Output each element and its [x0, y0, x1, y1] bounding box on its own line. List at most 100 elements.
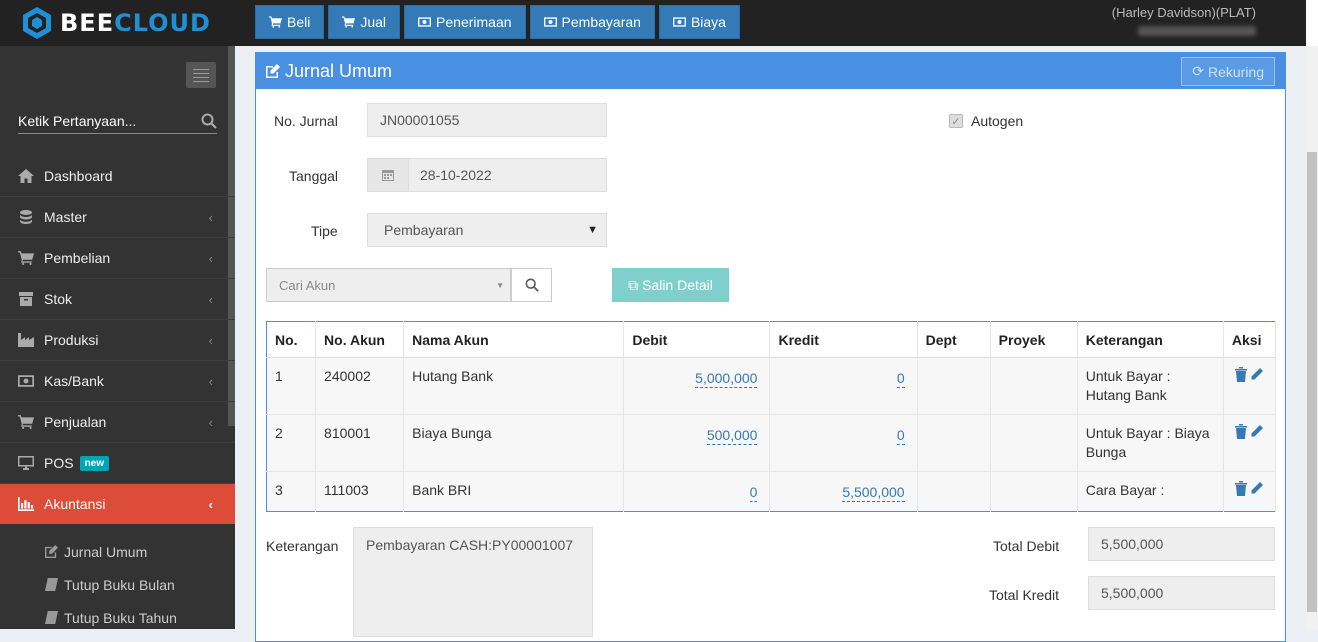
- row-debit-cell: 5,000,000: [623, 357, 771, 415]
- sidebar-item-kas-bank[interactable]: Kas/Bank ‹: [0, 360, 235, 401]
- row-nama-akun: Hutang Bank: [403, 357, 625, 415]
- book-icon: [45, 611, 58, 624]
- row-kredit-editable[interactable]: 0: [896, 369, 905, 388]
- sidebar-item-penjualan[interactable]: Penjualan ‹: [0, 401, 235, 442]
- sidebar-toggle-button[interactable]: [186, 62, 216, 88]
- column-header: Kredit: [769, 321, 918, 358]
- sidebar-item-master[interactable]: Master ‹: [0, 196, 235, 237]
- table-row: 3 111003 Bank BRI 0 5,500,000 Cara Bayar…: [266, 471, 1277, 512]
- sidebar-item-stok[interactable]: Stok ‹: [0, 278, 235, 319]
- row-kredit-editable[interactable]: 5,500,000: [842, 483, 905, 502]
- calendar-icon[interactable]: [367, 158, 409, 192]
- brand-name-part2: CLOUD: [114, 9, 211, 37]
- biaya-button-label: Biaya: [690, 14, 726, 30]
- cart-icon: [269, 16, 282, 28]
- row-kredit-editable[interactable]: 0: [896, 426, 905, 445]
- sidebar: Ketik Pertanyaan... Dashboard Master ‹ P…: [0, 46, 243, 629]
- sidebar-subitem-tutup-buku-bulan[interactable]: Tutup Buku Bulan: [0, 568, 235, 601]
- user-menu[interactable]: (Harley Davidson)(PLAT): [1112, 5, 1256, 39]
- autogen-checkbox[interactable]: ✓ Autogen: [949, 113, 1023, 129]
- trash-icon[interactable]: [1234, 367, 1248, 382]
- biaya-button[interactable]: Biaya: [658, 5, 740, 39]
- sidebar-subitem-jurnal-umum[interactable]: Jurnal Umum: [0, 535, 235, 568]
- column-header: Proyek: [990, 321, 1078, 358]
- row-proyek: [990, 357, 1078, 415]
- salin-detail-button[interactable]: ⧉ Salin Detail: [612, 268, 729, 302]
- home-icon: [18, 168, 34, 183]
- sidebar-menu: Dashboard Master ‹ Pembelian ‹ Stok ‹ Pr…: [0, 155, 243, 634]
- cari-akun-search-button[interactable]: [511, 268, 552, 302]
- trash-icon[interactable]: [1234, 424, 1248, 439]
- main-content: Jurnal Umum ⟳ Rekuring No. Jurnal JN0000…: [235, 46, 1306, 642]
- tanggal-field[interactable]: 28-10-2022: [367, 158, 607, 192]
- tipe-value: Pembayaran: [384, 222, 464, 238]
- no-jurnal-field[interactable]: JN00001055: [367, 103, 607, 137]
- pembayaran-button[interactable]: Pembayaran: [529, 5, 655, 39]
- sidebar-item-label: Kas/Bank: [44, 373, 104, 389]
- cart-icon: [18, 251, 34, 265]
- row-dept: [917, 414, 991, 472]
- rekuring-button-label: Rekuring: [1207, 63, 1264, 80]
- pencil-icon[interactable]: [1250, 367, 1264, 382]
- penerimaan-button[interactable]: Penerimaan: [404, 5, 526, 39]
- row-debit-cell: 0: [623, 471, 771, 512]
- row-debit-editable[interactable]: 500,000: [706, 426, 758, 445]
- page-scrollbar-thumb[interactable]: [1307, 152, 1317, 612]
- column-header: Dept: [917, 321, 991, 358]
- brand-logo[interactable]: BEECLOUD: [0, 0, 235, 46]
- tipe-select[interactable]: Pembayaran ▼: [367, 213, 607, 247]
- sidebar-item-produksi[interactable]: Produksi ‹: [0, 319, 235, 360]
- no-jurnal-label: No. Jurnal: [274, 113, 338, 129]
- table-row: 1 240002 Hutang Bank 5,000,000 0 Untuk B…: [266, 357, 1277, 415]
- pencil-icon[interactable]: [1250, 481, 1264, 496]
- jurnal-detail-table: No. No. Akun Nama Akun Debit Kredit Dept…: [266, 321, 1277, 512]
- jurnal-umum-panel: Jurnal Umum ⟳ Rekuring No. Jurnal JN0000…: [255, 52, 1286, 642]
- total-debit-label: Total Debit: [993, 538, 1060, 554]
- table-header-row: No. No. Akun Nama Akun Debit Kredit Dept…: [266, 321, 1277, 358]
- search-icon[interactable]: [201, 113, 217, 129]
- salin-detail-label: Salin Detail: [642, 277, 713, 293]
- sidebar-search-input[interactable]: Ketik Pertanyaan...: [18, 108, 217, 134]
- row-debit-editable[interactable]: 5,000,000: [695, 369, 758, 388]
- sidebar-item-label: Stok: [44, 291, 73, 307]
- page-title: Jurnal Umum: [285, 60, 393, 81]
- rekuring-button[interactable]: ⟳ Rekuring: [1181, 57, 1275, 86]
- trash-icon[interactable]: [1234, 481, 1248, 496]
- tanggal-value: 28-10-2022: [409, 158, 607, 192]
- sidebar-item-pembelian[interactable]: Pembelian ‹: [0, 237, 235, 278]
- sidebar-item-label: POS: [44, 455, 74, 471]
- sidebar-item-dashboard[interactable]: Dashboard: [0, 155, 235, 196]
- sidebar-item-label: Akuntansi: [44, 496, 106, 512]
- cart-icon: [342, 16, 356, 28]
- chevron-left-icon: ‹: [208, 250, 213, 266]
- row-kredit-cell: 5,500,000: [769, 471, 918, 512]
- user-company: (Harley Davidson)(PLAT): [1111, 5, 1256, 20]
- sidebar-item-pos[interactable]: POS new: [0, 442, 235, 483]
- jual-button[interactable]: Jual: [328, 5, 401, 39]
- beli-button-label: Beli: [287, 14, 311, 30]
- edit-icon: [266, 64, 280, 78]
- money-icon: [18, 375, 34, 387]
- chevron-left-icon: ‹: [208, 373, 213, 389]
- row-no-akun: 111003: [315, 471, 405, 512]
- cart-icon: [18, 415, 34, 429]
- page-scrollbar[interactable]: [1306, 46, 1318, 629]
- row-actions: [1223, 471, 1277, 512]
- panel-header: Jurnal Umum ⟳ Rekuring: [256, 53, 1285, 89]
- keterangan-textarea[interactable]: Pembayaran CASH:PY00001007: [353, 527, 593, 637]
- cari-akun-placeholder: Cari Akun: [279, 277, 336, 293]
- brand-name-part1: BEE: [60, 9, 115, 37]
- cari-akun-select[interactable]: Cari Akun ▼: [266, 268, 511, 302]
- sidebar-search-placeholder: Ketik Pertanyaan...: [18, 112, 137, 129]
- row-debit-editable[interactable]: 0: [749, 483, 758, 502]
- row-no: 2: [266, 414, 317, 472]
- sidebar-item-akuntansi[interactable]: Akuntansi ‹: [0, 483, 243, 524]
- pembayaran-button-label: Pembayaran: [561, 14, 641, 30]
- sidebar-subitem-tutup-buku-tahun[interactable]: Tutup Buku Tahun: [0, 601, 235, 634]
- pencil-icon[interactable]: [1250, 424, 1264, 439]
- column-header: No.: [266, 321, 317, 358]
- beli-button[interactable]: Beli: [255, 5, 325, 39]
- column-header: Aksi: [1223, 321, 1277, 358]
- new-badge: new: [79, 455, 110, 471]
- tipe-label: Tipe: [311, 223, 338, 239]
